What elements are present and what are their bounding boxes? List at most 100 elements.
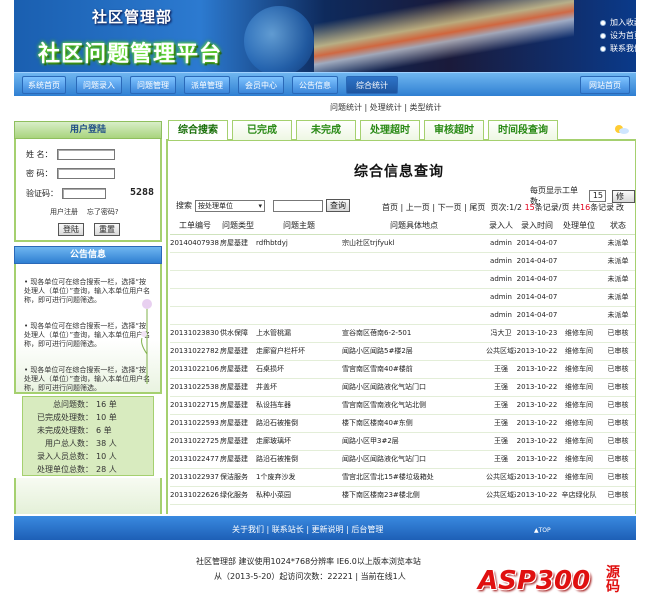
- nav-member-center[interactable]: 会员中心: [238, 76, 284, 94]
- tab-completed[interactable]: 已完成: [232, 120, 292, 140]
- login-panel: 姓 名： 密 码： 验证码： 5288 用户注册 忘了密码? 登陆 重置: [14, 139, 162, 242]
- forgot-password-link[interactable]: 忘了密码?: [87, 208, 119, 216]
- cell-location: 闻路小区闻路液化气站门口: [342, 450, 486, 469]
- notice-item[interactable]: • 现各单位可在综合搜索一栏，选择“按处理人（单位）”查询，输入本单位用户名称，…: [24, 366, 152, 392]
- table-row[interactable]: 20131022106 房屋基建 石桌损坏 雪宫南区雪南40#楼前 王强 2013-10-…: [170, 360, 635, 379]
- visit-counter: 从（2013-5-20）起访问次数：22221 | 当前在线1人: [214, 572, 406, 581]
- table-row[interactable]: 20131023830 供水保障 上水管桃漏 宣谷南区蓓南6-2-501 冯大卫 2013…: [170, 324, 635, 343]
- table-row[interactable]: 20131022538 房屋基建 井盖坏 闻路小区闻路液化气站门口 王强 2013-10-…: [170, 378, 635, 397]
- captcha-input[interactable]: [62, 188, 106, 199]
- cell-ticket-id[interactable]: 20140407938: [170, 234, 220, 253]
- tab-time-range[interactable]: 时间段查询: [488, 120, 558, 140]
- cell-handling-unit: [558, 288, 600, 307]
- nav-issue-manage[interactable]: 问题管理: [130, 76, 176, 94]
- left-column-footer: [14, 478, 162, 514]
- cell-ticket-id[interactable]: 20131023830: [170, 324, 220, 343]
- cell-status: 未派单: [600, 252, 635, 271]
- nav-dispatch-manage[interactable]: 派单管理: [184, 76, 230, 94]
- pager-last[interactable]: 尾页: [469, 203, 485, 212]
- notice-item[interactable]: • 现各单位可在综合搜索一栏，选择“按处理人（单位）”查询，输入本单位用户名称，…: [24, 278, 152, 305]
- cell-ticket-id[interactable]: 20131022725: [170, 432, 220, 451]
- watermark-logo-cn: 源码: [606, 565, 620, 595]
- cell-ticket-id[interactable]: 20131022626: [170, 486, 220, 505]
- cell-ticket-id[interactable]: [170, 288, 220, 307]
- modify-button[interactable]: 修改: [612, 189, 635, 212]
- cell-issue-subject: 井盖坏: [256, 378, 342, 397]
- notice-item[interactable]: • 现各单位可在综合搜索一栏，选择“按处理人（单位）”查询，输入本单位用户名称，…: [24, 322, 152, 349]
- cell-handling-unit: [558, 252, 600, 271]
- name-input[interactable]: [56, 149, 115, 160]
- cell-location: [342, 288, 486, 307]
- back-to-top-link[interactable]: ▲TOP: [534, 527, 551, 534]
- cell-location: 雪宫南区雪南液化气站北侧: [342, 396, 486, 415]
- cell-ticket-id[interactable]: [170, 306, 220, 325]
- cell-ticket-id[interactable]: 20131022782: [170, 342, 220, 361]
- table-row[interactable]: 20131022626绿化服务私种小菜园楼下南区楼南23#楼北侧公共区域巡检20…: [170, 486, 635, 505]
- cell-entered-by: 王强: [486, 396, 516, 415]
- cell-issue-subject: 私种小菜园: [256, 486, 342, 505]
- cell-ticket-id[interactable]: 20131022937: [170, 468, 220, 487]
- table-row[interactable]: 20131022477 房屋基建 路沿石被推倒 闻路小区闻路液化气站门口 王强 2013-…: [170, 450, 635, 469]
- password-input[interactable]: [56, 168, 115, 179]
- cell-issue-type: 绿化服务: [220, 486, 256, 505]
- cell-ticket-id[interactable]: [170, 252, 220, 271]
- cell-status: 已审核: [600, 360, 635, 379]
- table-row[interactable]: 20131022937保洁服务1个废弃沙发雪宫北区雪北15#楼垃圾箱处公共区域巡…: [170, 468, 635, 487]
- table-row[interactable]: 20140407938 房屋基建 rdfhbtdyj 宗山社区trjfyukl admi…: [170, 234, 635, 253]
- search-type-select[interactable]: 按处理单位 ▾: [195, 199, 265, 212]
- per-page-input[interactable]: 15: [588, 190, 607, 202]
- pager-prev[interactable]: 上一页: [406, 203, 430, 212]
- cell-ticket-id[interactable]: 20131022106: [170, 360, 220, 379]
- cell-issue-subject: [256, 270, 342, 289]
- pager-next[interactable]: 下一页: [438, 203, 462, 212]
- quick-link-contact[interactable]: 联系我们: [600, 42, 642, 55]
- stat-entry-staff: 录入人员总数： 10 人: [37, 452, 117, 461]
- cell-entered-by: 王强: [486, 360, 516, 379]
- search-input[interactable]: [273, 199, 323, 212]
- nav-home[interactable]: 系统首页: [22, 76, 66, 94]
- register-link[interactable]: 用户注册: [50, 208, 78, 216]
- tab-review-timeout[interactable]: 审核超时: [424, 120, 484, 140]
- login-button[interactable]: 登陆: [58, 223, 84, 236]
- pager-first[interactable]: 首页: [382, 203, 398, 212]
- cell-status: 已审核: [600, 414, 635, 433]
- search-button[interactable]: 查询: [326, 199, 350, 212]
- table-row[interactable]: admin 2014-04-07 未派单: [170, 288, 635, 307]
- table-row[interactable]: 20131022725 房屋基建 走廊玻璃坏 闻路小区甲3#2层 王强 2013-10-2…: [170, 432, 635, 451]
- table-row[interactable]: admin 2014-04-07 未派单: [170, 270, 635, 289]
- reset-button[interactable]: 重置: [94, 223, 120, 236]
- table-row[interactable]: admin 2014-04-07 未派单: [170, 306, 635, 325]
- table-row[interactable]: admin 2014-04-07 未派单: [170, 252, 635, 271]
- cell-entry-time: 2014-04-07: [516, 270, 558, 289]
- footer-links[interactable]: 关于我们 | 联系站长 | 更新说明 | 后台管理: [232, 524, 383, 535]
- cell-ticket-id[interactable]: 20131022593: [170, 414, 220, 433]
- tab-uncompleted[interactable]: 未完成: [296, 120, 356, 140]
- cell-entered-by: 冯大卫: [486, 324, 516, 343]
- cell-ticket-id[interactable]: 20131022477: [170, 450, 220, 469]
- cell-entered-by: admin: [486, 270, 516, 289]
- cell-ticket-id[interactable]: 20131022538: [170, 378, 220, 397]
- cell-ticket-id[interactable]: 20131022715: [170, 396, 220, 415]
- nav-issue-entry[interactable]: 问题录入: [76, 76, 122, 94]
- quick-link-favorite[interactable]: 加入收藏: [600, 16, 642, 29]
- captcha-row: 验证码：: [26, 188, 106, 199]
- cell-ticket-id[interactable]: [170, 270, 220, 289]
- table-row[interactable]: 20131022715 房屋基建 私设挡车器 雪宫南区雪南液化气站北侧 王强 2013-1…: [170, 396, 635, 415]
- nav-statistics[interactable]: 综合统计: [346, 76, 398, 94]
- nav-announcements[interactable]: 公告信息: [292, 76, 338, 94]
- table-row[interactable]: 20131022593 房屋基建 路沿石被推倒 楼下南区楼南40#东侧 王强 2013-1…: [170, 414, 635, 433]
- cell-issue-type: [220, 270, 256, 289]
- tab-comprehensive-search[interactable]: 综合搜索: [168, 120, 228, 140]
- chevron-down-icon: ▾: [258, 201, 262, 210]
- stat-total-issues: 总问题数： 16 单: [53, 400, 117, 409]
- cell-entered-by: admin: [486, 234, 516, 253]
- cell-entry-time: 2013-10-22: [516, 486, 558, 505]
- tab-process-timeout[interactable]: 处理超时: [360, 120, 420, 140]
- sub-nav[interactable]: 问题统计 | 处理统计 | 类型统计: [330, 102, 442, 113]
- col-issue-type: 问题类型: [220, 217, 256, 235]
- nav-website-home[interactable]: 网站首页: [580, 76, 630, 94]
- table-row[interactable]: 20131022782房屋基建走廊窗户栏杆坏闻路小区闻路5#楼2层公共区域巡检2…: [170, 342, 635, 361]
- cell-issue-subject: 石桌损坏: [256, 360, 342, 379]
- quick-link-homepage[interactable]: 设为首页: [600, 29, 642, 42]
- cell-status: 已审核: [600, 396, 635, 415]
